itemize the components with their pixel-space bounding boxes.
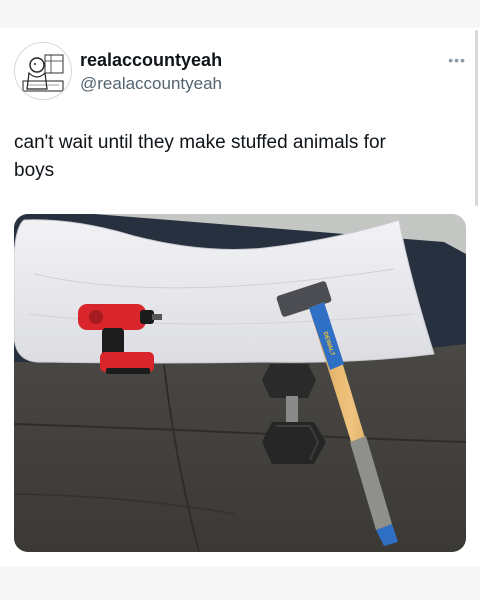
author-handle[interactable]: @realaccountyeah xyxy=(80,74,222,94)
photo-illustration: DEWALT xyxy=(14,214,466,552)
avatar[interactable] xyxy=(14,42,72,100)
more-options-icon[interactable]: ••• xyxy=(448,52,466,68)
duvet xyxy=(14,344,466,552)
tweet-text: can't wait until they make stuffed anima… xyxy=(14,132,386,181)
avatar-cartoon-image xyxy=(15,43,71,99)
scrollbar[interactable] xyxy=(475,30,478,206)
tweet-photo[interactable]: DEWALT xyxy=(14,214,466,552)
author-name[interactable]: realaccountyeah xyxy=(80,50,222,71)
